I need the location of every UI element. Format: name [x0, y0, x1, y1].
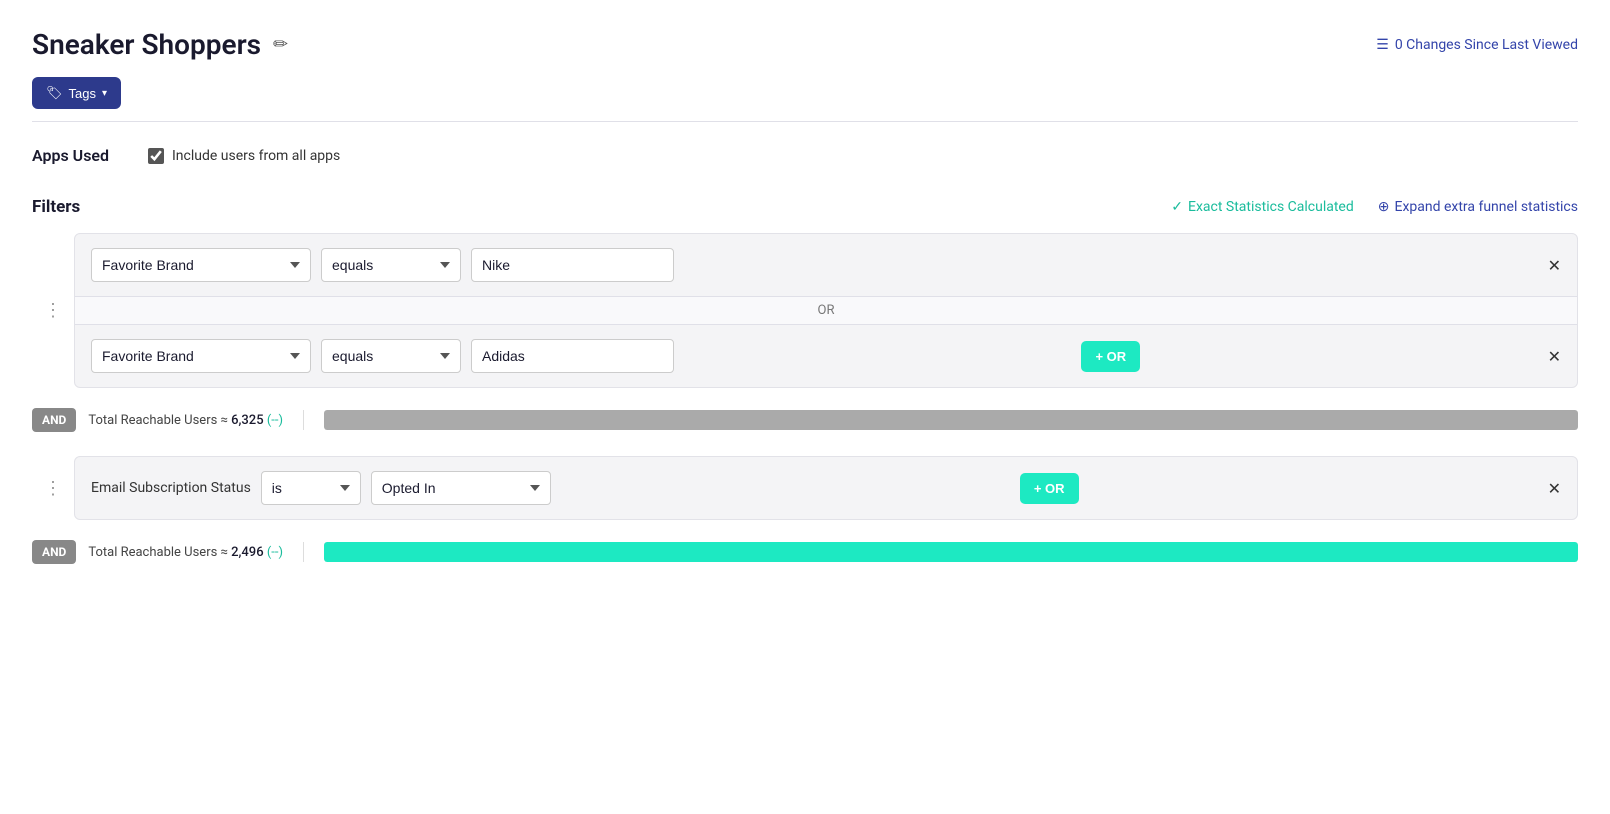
- filter-block-2: Email Subscription Status is Opted In + …: [74, 456, 1578, 520]
- reachable-text-2: Total Reachable Users ≈ 2,496 (--): [88, 545, 283, 560]
- and-badge-1: AND: [32, 408, 76, 432]
- reachable-row-2: Total Reachable Users ≈ 2,496 (--): [88, 528, 1578, 576]
- changes-link[interactable]: ☰ 0 Changes Since Last Viewed: [1376, 37, 1578, 53]
- filter-row-2: Favorite Brand equals + OR ✕: [75, 325, 1577, 387]
- close-icon-2[interactable]: ✕: [1548, 347, 1561, 366]
- or-button-1[interactable]: + OR: [1081, 341, 1140, 372]
- filter-row-3: Email Subscription Status is Opted In + …: [75, 457, 1577, 519]
- and-badge-2: AND: [32, 540, 76, 564]
- close-icon-1[interactable]: ✕: [1548, 256, 1561, 275]
- progress-bar-fill-2: [324, 542, 1578, 562]
- filter-row-1: Favorite Brand equals ✕: [75, 234, 1577, 296]
- operator-select-1[interactable]: equals: [321, 248, 461, 282]
- include-all-apps-row: Include users from all apps: [148, 148, 340, 164]
- apps-used-section: Apps Used Include users from all apps: [32, 146, 1578, 165]
- expand-funnel-button[interactable]: ⊕ Expand extra funnel statistics: [1378, 199, 1578, 215]
- field-select-1[interactable]: Favorite Brand: [91, 248, 311, 282]
- plus-circle-icon: ⊕: [1378, 199, 1390, 215]
- filter-group-2-content: ⋮ Email Subscription Status is Opted In …: [32, 456, 1578, 520]
- vertical-divider-1: [303, 410, 304, 430]
- subscription-status-label: Email Subscription Status: [91, 480, 251, 496]
- reachable-row-1: Total Reachable Users ≈ 6,325 (--): [88, 396, 1578, 444]
- tag-icon: 🏷: [46, 85, 63, 101]
- edit-icon[interactable]: ✏: [273, 34, 288, 55]
- field-select-2[interactable]: Favorite Brand: [91, 339, 311, 373]
- exact-stats-indicator: ✓ Exact Statistics Calculated: [1171, 199, 1353, 215]
- value-input-2[interactable]: [471, 339, 674, 373]
- include-all-apps-label: Include users from all apps: [172, 148, 340, 164]
- page-title: Sneaker Shoppers: [32, 28, 261, 61]
- filter-block-1: Favorite Brand equals ✕ OR Favorite Bran…: [74, 233, 1578, 388]
- filter-group-1-content: ⋮ Favorite Brand equals ✕ OR: [32, 233, 1578, 388]
- filter-group-2: ⋮ Email Subscription Status is Opted In …: [32, 456, 1578, 584]
- vertical-divider-2: [303, 542, 304, 562]
- include-all-apps-checkbox[interactable]: [148, 148, 164, 164]
- drag-handle-1[interactable]: ⋮: [32, 233, 74, 388]
- exact-stats-label: Exact Statistics Calculated: [1188, 199, 1354, 215]
- or-button-2[interactable]: + OR: [1020, 473, 1079, 504]
- progress-bar-1: [324, 410, 1578, 430]
- opted-in-select[interactable]: Opted In: [371, 471, 551, 505]
- operator-select-2[interactable]: equals: [321, 339, 461, 373]
- close-icon-3[interactable]: ✕: [1548, 479, 1561, 498]
- progress-bar-fill-1: [324, 410, 1578, 430]
- or-separator-1: OR: [75, 296, 1577, 325]
- progress-bar-2: [324, 542, 1578, 562]
- and-connector-1: AND Total Reachable Users ≈ 6,325 (--): [32, 388, 1578, 452]
- filters-header: Filters ✓ Exact Statistics Calculated ⊕ …: [32, 197, 1578, 217]
- tags-button[interactable]: 🏷 Tags ▾: [32, 77, 121, 109]
- filter-group-1: ⋮ Favorite Brand equals ✕ OR: [32, 233, 1578, 452]
- drag-handle-2[interactable]: ⋮: [32, 456, 74, 520]
- value-input-1[interactable]: [471, 248, 674, 282]
- expand-funnel-label: Expand extra funnel statistics: [1394, 199, 1578, 215]
- section-divider: [32, 121, 1578, 122]
- tags-label: Tags: [69, 86, 96, 101]
- is-operator-select[interactable]: is: [261, 471, 361, 505]
- filters-actions: ✓ Exact Statistics Calculated ⊕ Expand e…: [1171, 199, 1578, 215]
- chevron-down-icon: ▾: [102, 88, 107, 99]
- changes-list-icon: ☰: [1376, 37, 1389, 53]
- filters-title: Filters: [32, 197, 80, 217]
- check-icon: ✓: [1171, 199, 1183, 215]
- changes-text: 0 Changes Since Last Viewed: [1395, 37, 1578, 53]
- reachable-text-1: Total Reachable Users ≈ 6,325 (--): [88, 413, 283, 428]
- apps-used-label: Apps Used: [32, 146, 132, 165]
- and-connector-2: AND Total Reachable Users ≈ 2,496 (--): [32, 520, 1578, 584]
